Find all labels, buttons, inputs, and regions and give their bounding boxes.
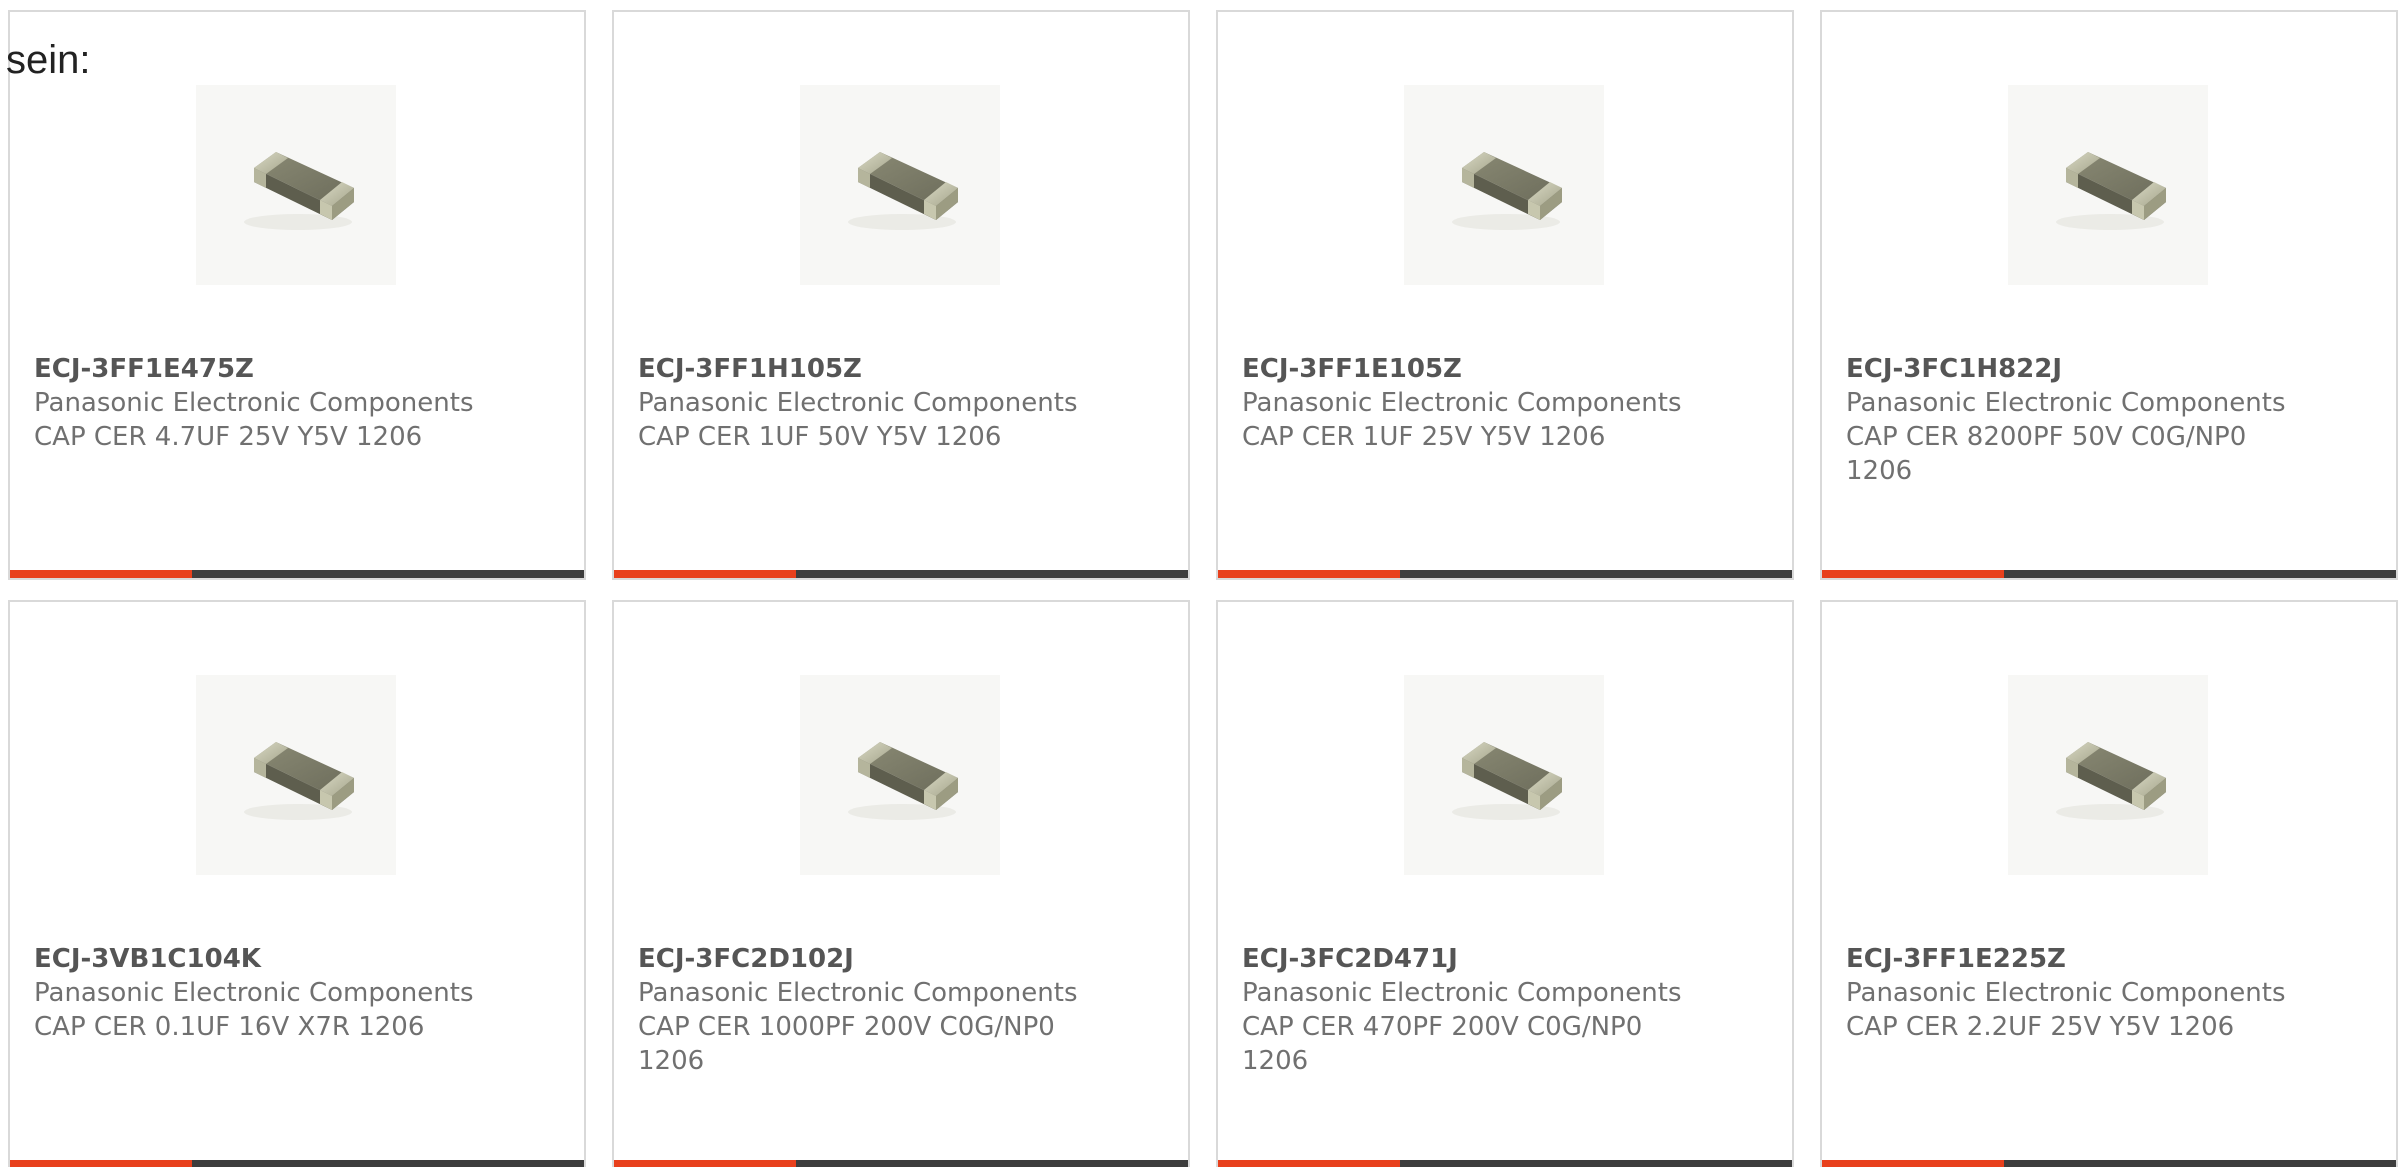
product-info: ECJ-3FC2D471J Panasonic Electronic Compo… — [1242, 942, 1712, 1078]
ceramic-capacitor-chip-icon — [2038, 130, 2178, 240]
ceramic-capacitor-chip-icon — [1434, 130, 1574, 240]
manufacturer-name: Panasonic Electronic Components — [638, 388, 1078, 418]
card-accent-bar — [1822, 1160, 2396, 1167]
ceramic-capacitor-chip-icon — [1434, 720, 1574, 830]
part-number-link[interactable]: ECJ-3FC2D471J — [1242, 942, 1712, 976]
card-accent-bar — [614, 1160, 1188, 1167]
product-description: CAP CER 1000PF 200V C0G/NP0 1206 — [638, 1012, 1055, 1076]
product-info: ECJ-3FF1H105Z Panasonic Electronic Compo… — [638, 352, 1108, 454]
card-accent-bar — [1218, 1160, 1792, 1167]
manufacturer-name: Panasonic Electronic Components — [1242, 388, 1682, 418]
product-grid: ECJ-3FF1E475Z Panasonic Electronic Compo… — [8, 10, 2398, 1167]
product-image[interactable] — [1404, 675, 1604, 875]
product-description: CAP CER 2.2UF 25V Y5V 1206 — [1846, 1012, 2235, 1042]
product-card[interactable]: ECJ-3FF1E225Z Panasonic Electronic Compo… — [1820, 600, 2398, 1167]
part-number-link[interactable]: ECJ-3FC1H822J — [1846, 352, 2316, 386]
part-number-link[interactable]: ECJ-3FF1E475Z — [34, 352, 504, 386]
product-info: ECJ-3FF1E475Z Panasonic Electronic Compo… — [34, 352, 504, 454]
card-accent-bar — [1822, 570, 2396, 578]
product-description: CAP CER 1UF 50V Y5V 1206 — [638, 422, 1002, 452]
product-card[interactable]: ECJ-3FC1H822J Panasonic Electronic Compo… — [1820, 10, 2398, 580]
product-info: ECJ-3FF1E105Z Panasonic Electronic Compo… — [1242, 352, 1712, 454]
page: sein: ECJ-3FF1E475Z Panasonic Electronic… — [0, 0, 2400, 1167]
product-card[interactable]: ECJ-3FF1E105Z Panasonic Electronic Compo… — [1216, 10, 1794, 580]
part-number-link[interactable]: ECJ-3VB1C104K — [34, 942, 504, 976]
product-card[interactable]: ECJ-3FF1E475Z Panasonic Electronic Compo… — [8, 10, 586, 580]
product-description: CAP CER 8200PF 50V C0G/NP0 1206 — [1846, 422, 2247, 486]
product-image[interactable] — [196, 675, 396, 875]
manufacturer-name: Panasonic Electronic Components — [34, 388, 474, 418]
product-card[interactable]: ECJ-3VB1C104K Panasonic Electronic Compo… — [8, 600, 586, 1167]
manufacturer-name: Panasonic Electronic Components — [1846, 978, 2286, 1008]
part-number-link[interactable]: ECJ-3FF1E105Z — [1242, 352, 1712, 386]
manufacturer-name: Panasonic Electronic Components — [638, 978, 1078, 1008]
manufacturer-name: Panasonic Electronic Components — [34, 978, 474, 1008]
card-accent-bar — [614, 570, 1188, 578]
product-info: ECJ-3FC1H822J Panasonic Electronic Compo… — [1846, 352, 2316, 488]
manufacturer-name: Panasonic Electronic Components — [1846, 388, 2286, 418]
product-card[interactable]: ECJ-3FC2D102J Panasonic Electronic Compo… — [612, 600, 1190, 1167]
product-description: CAP CER 470PF 200V C0G/NP0 1206 — [1242, 1012, 1643, 1076]
ceramic-capacitor-chip-icon — [2038, 720, 2178, 830]
product-info: ECJ-3FC2D102J Panasonic Electronic Compo… — [638, 942, 1108, 1078]
product-card[interactable]: ECJ-3FF1H105Z Panasonic Electronic Compo… — [612, 10, 1190, 580]
part-number-link[interactable]: ECJ-3FF1E225Z — [1846, 942, 2316, 976]
product-image[interactable] — [800, 675, 1000, 875]
ceramic-capacitor-chip-icon — [830, 720, 970, 830]
product-description: CAP CER 0.1UF 16V X7R 1206 — [34, 1012, 425, 1042]
card-accent-bar — [1218, 570, 1792, 578]
part-number-link[interactable]: ECJ-3FC2D102J — [638, 942, 1108, 976]
ceramic-capacitor-chip-icon — [226, 720, 366, 830]
product-image[interactable] — [2008, 85, 2208, 285]
ceramic-capacitor-chip-icon — [226, 130, 366, 240]
ceramic-capacitor-chip-icon — [830, 130, 970, 240]
card-accent-bar — [10, 1160, 584, 1167]
product-info: ECJ-3VB1C104K Panasonic Electronic Compo… — [34, 942, 504, 1044]
product-image[interactable] — [196, 85, 396, 285]
product-description: CAP CER 1UF 25V Y5V 1206 — [1242, 422, 1606, 452]
manufacturer-name: Panasonic Electronic Components — [1242, 978, 1682, 1008]
product-image[interactable] — [2008, 675, 2208, 875]
product-image[interactable] — [800, 85, 1000, 285]
card-accent-bar — [10, 570, 584, 578]
product-card[interactable]: ECJ-3FC2D471J Panasonic Electronic Compo… — [1216, 600, 1794, 1167]
intro-text: sein: — [6, 38, 91, 82]
product-image[interactable] — [1404, 85, 1604, 285]
part-number-link[interactable]: ECJ-3FF1H105Z — [638, 352, 1108, 386]
product-description: CAP CER 4.7UF 25V Y5V 1206 — [34, 422, 423, 452]
product-info: ECJ-3FF1E225Z Panasonic Electronic Compo… — [1846, 942, 2316, 1044]
